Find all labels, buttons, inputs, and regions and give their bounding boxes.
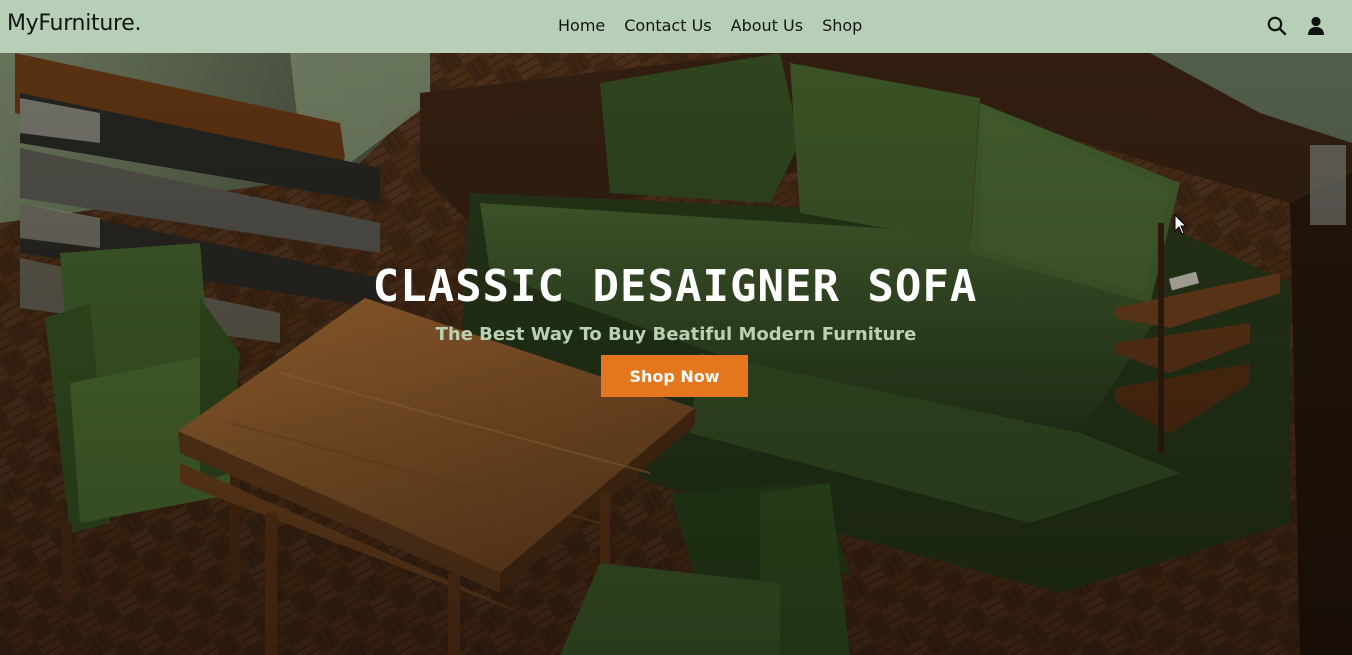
nav-link-about-us[interactable]: About Us [731, 16, 803, 35]
hero-title-text: CLASSIC DESAIGNER SOFA [372, 261, 978, 312]
hero-subtitle: The Best Way To Buy Beatiful Modern Furn… [0, 324, 1352, 345]
user-icon[interactable] [1305, 15, 1327, 37]
mouse-cursor-icon [1174, 214, 1188, 235]
nav-link-contact-us[interactable]: Contact Us [624, 16, 711, 35]
hero-background-image [0, 53, 1352, 655]
nav-link-shop[interactable]: Shop [822, 16, 862, 35]
main-nav: Home Contact Us About Us Shop [558, 16, 881, 35]
hero-section: CLASSIC DESAIGNER SOFA The Best Way To B… [0, 53, 1352, 655]
navbar: MyFurniture. Home Contact Us About Us Sh… [0, 0, 1352, 53]
nav-link-home[interactable]: Home [558, 16, 605, 35]
search-icon[interactable] [1266, 15, 1288, 37]
shop-now-button[interactable]: Shop Now [601, 355, 748, 397]
site-logo[interactable]: MyFurniture. [7, 11, 141, 36]
hero-title: CLASSIC DESAIGNER SOFA [0, 261, 1351, 312]
hero-subtitle-text: The Best Way To Buy Beatiful Modern Furn… [435, 324, 917, 345]
